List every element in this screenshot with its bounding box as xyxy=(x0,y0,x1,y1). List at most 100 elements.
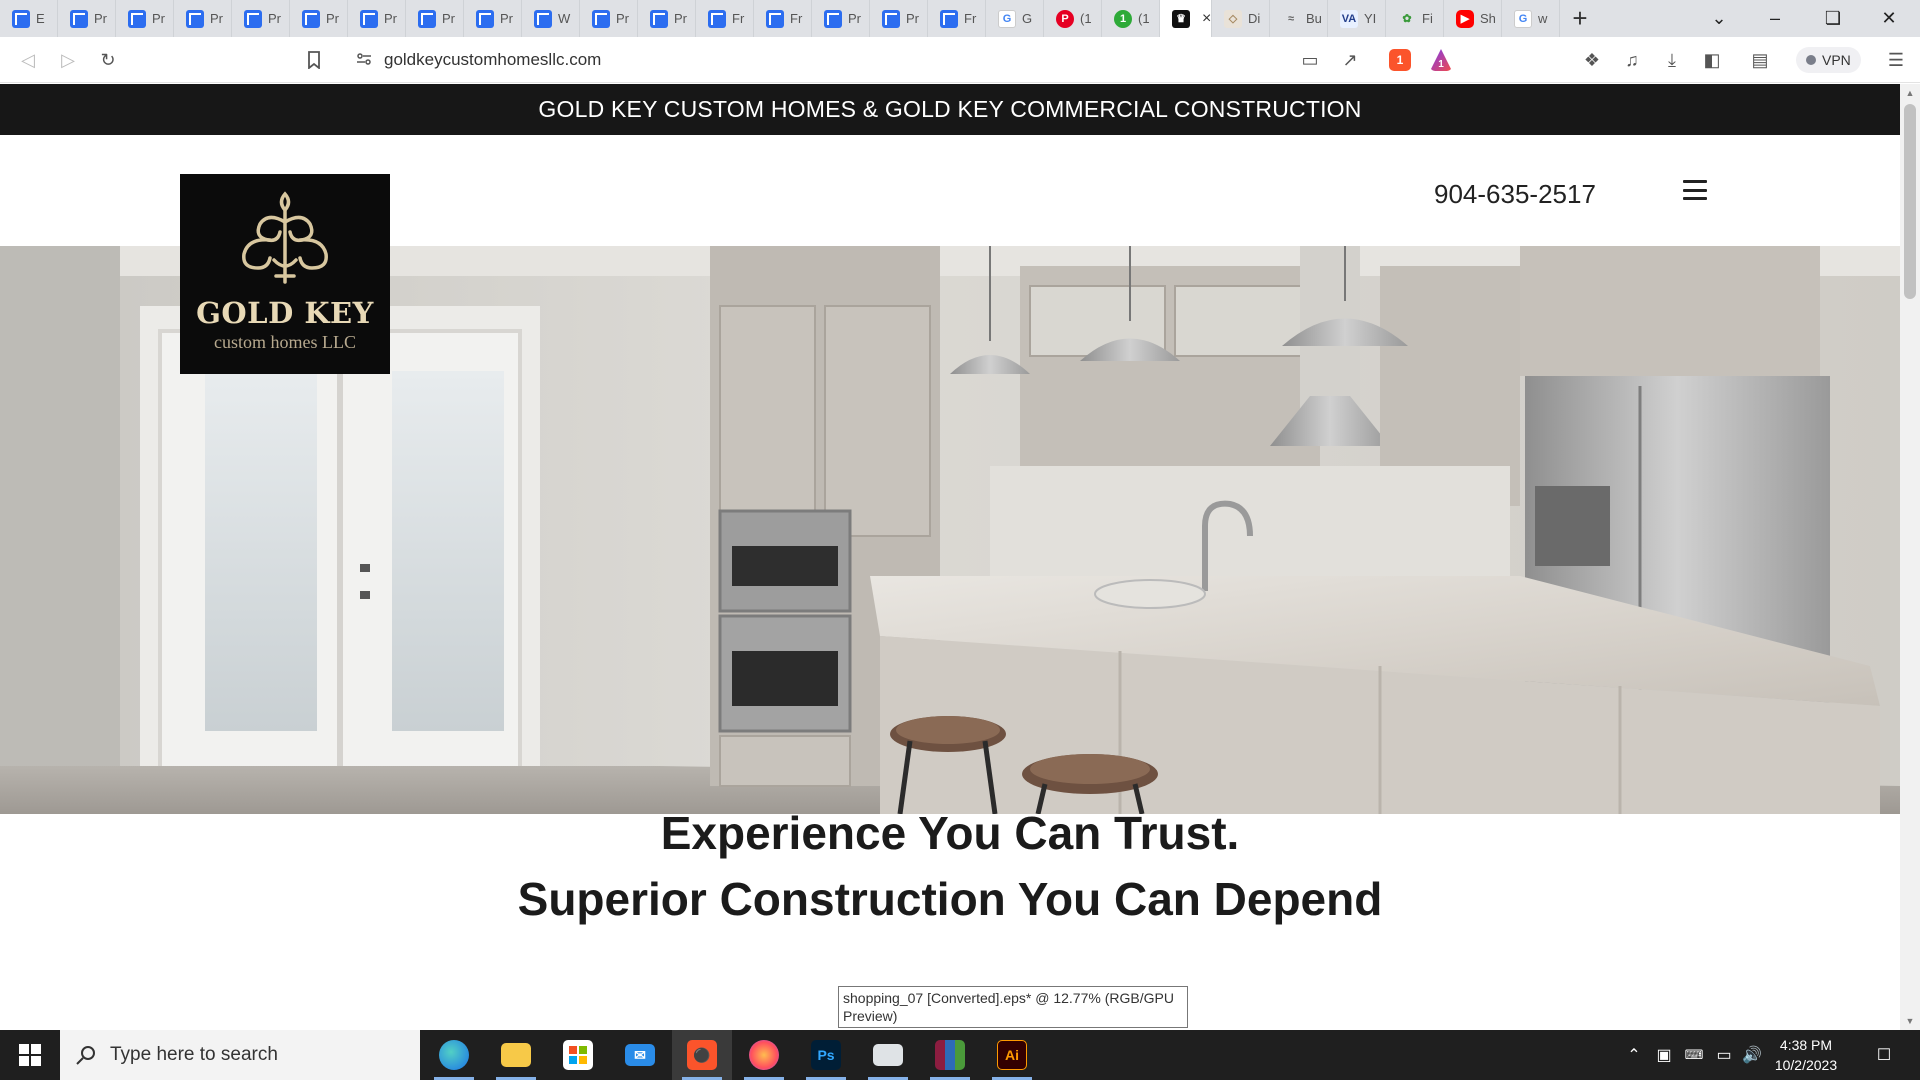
browser-tab[interactable]: ▶ Sh xyxy=(1444,0,1502,37)
sidebar-toggle-icon[interactable]: ◧ xyxy=(1696,37,1728,83)
mail-app[interactable]: ✉ xyxy=(610,1030,670,1080)
network-icon[interactable]: ▭ xyxy=(1712,1030,1736,1080)
media-controls-icon[interactable]: ♫ xyxy=(1616,37,1648,83)
browser-tab[interactable]: E xyxy=(0,0,58,37)
browser-tab-strip: E Pr Pr Pr Pr Pr Pr Pr Pr W Pr Pr Fr Fr Pr Pr Fr G G P (1 1 (1… xyxy=(0,0,1920,37)
phone-number-link[interactable]: 904-635-2517 xyxy=(1434,179,1596,210)
browser-tab[interactable]: P (1 xyxy=(1044,0,1102,37)
cast-icon[interactable]: ▭ xyxy=(1294,37,1326,83)
extensions-icon[interactable]: ❖ xyxy=(1576,37,1608,83)
winrar-app[interactable] xyxy=(920,1030,980,1080)
brave-app[interactable]: ⚫ xyxy=(672,1030,732,1080)
browser-tab[interactable]: GG xyxy=(986,0,1044,37)
scroll-down-arrow-icon[interactable]: ▼ xyxy=(1900,1012,1920,1030)
brave-shields-icon[interactable]: 1 xyxy=(1389,49,1411,71)
browser-tab[interactable]: Pr xyxy=(580,0,638,37)
volume-icon[interactable]: 🔊 xyxy=(1740,1030,1764,1080)
edge-icon xyxy=(439,1040,469,1070)
browser-tab[interactable]: Pr xyxy=(116,0,174,37)
notifications-icon[interactable]: ☐ xyxy=(1864,1030,1904,1080)
minimize-button[interactable]: – xyxy=(1752,0,1798,37)
browser-tab[interactable]: Pr xyxy=(812,0,870,37)
tab-label: Fr xyxy=(790,11,803,26)
headline-experience: Experience You Can Trust. xyxy=(660,807,1240,859)
browser-tab[interactable]: Pr xyxy=(290,0,348,37)
tab-label: Pr xyxy=(210,11,223,26)
start-button[interactable] xyxy=(0,1030,60,1080)
forward-button[interactable]: ▷ xyxy=(52,37,84,83)
browser-tab[interactable]: 1 (1 xyxy=(1102,0,1160,37)
web-page: GOLD KEY CUSTOM HOMES & GOLD KEY COMMERC… xyxy=(0,84,1900,1030)
browser-tab[interactable]: W xyxy=(522,0,580,37)
clock-date: 10/2/2023 xyxy=(1774,1057,1838,1073)
downloads-icon[interactable]: ⤓ xyxy=(1656,37,1688,83)
browser-tab[interactable]: Fr xyxy=(928,0,986,37)
bookmark-icon[interactable] xyxy=(298,37,330,83)
browser-tab[interactable]: Pr xyxy=(58,0,116,37)
site-settings-icon[interactable] xyxy=(356,51,372,72)
browser-tab[interactable]: Pr xyxy=(638,0,696,37)
tab-label: Fi xyxy=(1422,11,1433,26)
tab-search-chevron-icon[interactable]: ⌄ xyxy=(1696,0,1742,37)
brave-lion-icon: ⚫ xyxy=(687,1040,717,1070)
page-scrollbar[interactable]: ▲ ▼ xyxy=(1900,84,1920,1030)
gold-key-logo[interactable]: GOLD KEY custom homes LLC xyxy=(180,174,390,374)
vpn-status-icon xyxy=(1806,55,1816,65)
browser-tab[interactable]: ◇ Di xyxy=(1212,0,1270,37)
firefox-app[interactable] xyxy=(734,1030,794,1080)
browser-tab[interactable]: Fr xyxy=(754,0,812,37)
close-tab-icon[interactable]: × xyxy=(1202,10,1211,28)
tab-favicon-icon xyxy=(534,9,552,28)
tab-label: Pr xyxy=(906,11,919,26)
windows-taskbar: Type here to search ✉ ⚫ Ps Ai ⌃ ▣ ⌨ ▭ 🔊 … xyxy=(0,1030,1920,1080)
tab-favicon-icon xyxy=(708,9,726,28)
browser-tab[interactable]: ≈ Bu xyxy=(1270,0,1328,37)
restore-button[interactable]: ❏ xyxy=(1810,0,1856,37)
browser-tab[interactable]: Pr xyxy=(870,0,928,37)
browser-tab[interactable]: Pr xyxy=(232,0,290,37)
tab-favicon-icon xyxy=(70,9,88,28)
hamburger-menu-icon[interactable] xyxy=(1683,180,1707,200)
browser-tab[interactable]: ♛ × xyxy=(1160,0,1212,37)
meet-now-icon[interactable]: ▣ xyxy=(1652,1030,1676,1080)
tab-favicon-icon xyxy=(476,9,494,28)
system-clock[interactable]: 4:38 PM 10/2/2023 xyxy=(1766,1035,1846,1075)
microsoft-store-app[interactable] xyxy=(548,1030,608,1080)
edge-app[interactable] xyxy=(424,1030,484,1080)
tab-favicon-icon xyxy=(882,9,900,28)
folder-icon xyxy=(501,1043,531,1067)
wallet-icon[interactable]: ▤ xyxy=(1744,37,1776,83)
share-icon[interactable]: ↗ xyxy=(1334,37,1366,83)
browser-tab[interactable]: Pr xyxy=(464,0,522,37)
back-button[interactable]: ◁ xyxy=(12,37,44,83)
tab-favicon-icon: G xyxy=(1514,9,1532,28)
search-icon xyxy=(76,1046,95,1065)
printer-app[interactable] xyxy=(858,1030,918,1080)
tab-favicon-icon xyxy=(766,9,784,28)
input-language-icon[interactable]: ⌨ xyxy=(1682,1030,1706,1080)
taskbar-search-box[interactable]: Type here to search xyxy=(60,1030,420,1080)
reload-button[interactable]: ↻ xyxy=(92,37,124,83)
url-text: goldkeycustomhomesllc.com xyxy=(384,50,602,69)
scrollbar-thumb[interactable] xyxy=(1904,104,1916,299)
tab-label: Pr xyxy=(442,11,455,26)
tab-label: Pr xyxy=(384,11,397,26)
browser-tab[interactable]: Pr xyxy=(406,0,464,37)
vpn-button[interactable]: VPN xyxy=(1796,47,1861,73)
browser-tab[interactable]: Pr xyxy=(174,0,232,37)
illustrator-app[interactable]: Ai xyxy=(982,1030,1042,1080)
file-explorer-app[interactable] xyxy=(486,1030,546,1080)
browser-tab[interactable]: Gw xyxy=(1502,0,1560,37)
menu-icon[interactable]: ☰ xyxy=(1880,37,1912,83)
browser-tab[interactable]: Fr xyxy=(696,0,754,37)
browser-tab[interactable]: Pr xyxy=(348,0,406,37)
browser-tab[interactable]: ✿ Fi xyxy=(1386,0,1444,37)
scroll-up-arrow-icon[interactable]: ▲ xyxy=(1900,84,1920,102)
tab-favicon-icon: ◇ xyxy=(1224,9,1242,28)
show-hidden-icons-chevron-icon[interactable]: ⌃ xyxy=(1622,1030,1646,1080)
new-tab-button[interactable]: + xyxy=(1560,0,1600,37)
tab-label: (1 xyxy=(1138,11,1150,26)
browser-tab[interactable]: VA YI xyxy=(1328,0,1386,37)
photoshop-app[interactable]: Ps xyxy=(796,1030,856,1080)
close-window-button[interactable]: ✕ xyxy=(1866,0,1912,37)
